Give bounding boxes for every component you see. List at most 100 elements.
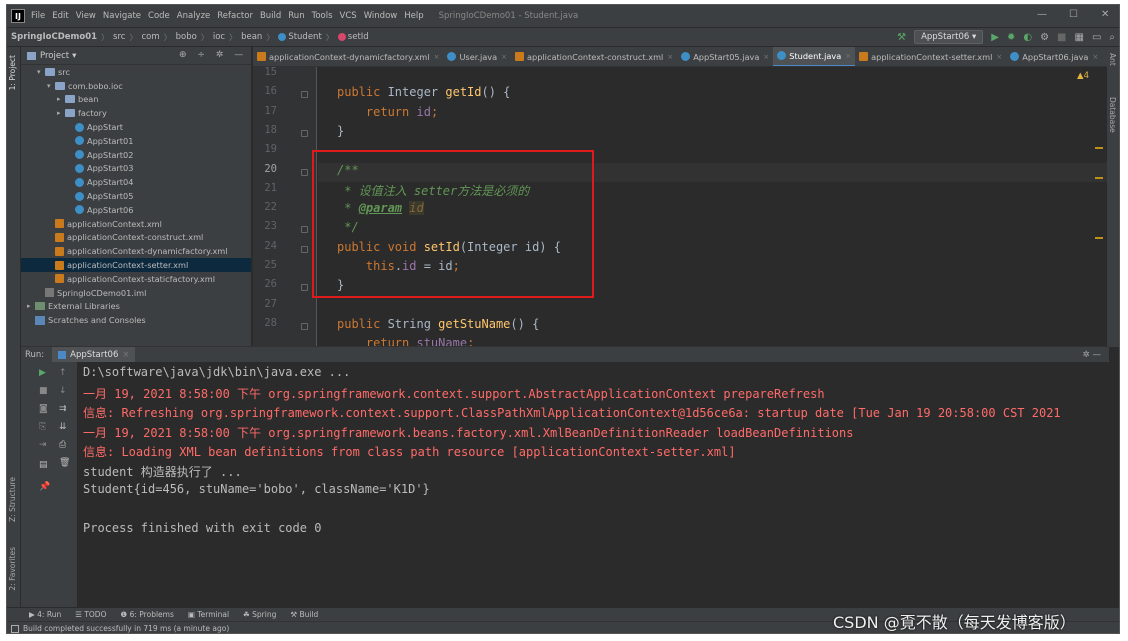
menu-vcs[interactable]: VCS [340, 11, 357, 21]
layout-toggle-icon[interactable] [11, 624, 19, 633]
layout-icon[interactable]: ▤ [39, 460, 48, 470]
tree-item[interactable]: applicationContext-dynamicfactory.xml [21, 244, 251, 258]
tree-item[interactable]: ▾ src [21, 65, 251, 79]
fold-marker-icon[interactable] [301, 129, 308, 137]
close-tab-icon[interactable]: × [434, 53, 440, 61]
fold-marker-icon[interactable] [301, 322, 308, 330]
run-config-select[interactable]: AppStart06 ▾ [914, 30, 984, 44]
breadcrumb-bobo[interactable]: bobo [176, 32, 197, 42]
breadcrumb-project[interactable]: SpringIoCDemo01 [11, 32, 97, 42]
run-icon[interactable]: ▶ [991, 32, 999, 43]
ant-tool-button[interactable]: Ant [1108, 53, 1117, 66]
delete-icon[interactable]: 🗑 [59, 458, 70, 468]
rerun-icon[interactable]: ▶ [39, 368, 46, 378]
project-panel-actions[interactable]: ⊕ ÷ ✲ — [179, 50, 247, 60]
fold-marker-icon[interactable] [301, 91, 308, 99]
exit-icon[interactable]: ⇥ [39, 440, 47, 450]
favorites-tool-button[interactable]: 2: Favorites [8, 547, 17, 591]
breadcrumb-src[interactable]: src [113, 32, 125, 42]
expand-arrow-icon[interactable]: ▾ [47, 82, 55, 90]
debug-icon[interactable]: ✹ [1007, 32, 1015, 43]
restore-icon[interactable]: ⎘ [39, 422, 46, 432]
coverage-icon[interactable]: ◐ [1023, 32, 1032, 43]
editor-tab[interactable]: applicationContext-setter.xml × [855, 47, 1006, 66]
menu-run[interactable]: Run [288, 11, 304, 21]
project-tool-button[interactable]: 1: Project [8, 55, 17, 90]
error-stripe-mark[interactable] [1095, 147, 1103, 149]
tree-item[interactable]: AppStart05 [21, 189, 251, 203]
tree-item[interactable]: AppStart04 [21, 175, 251, 189]
fold-marker-icon[interactable] [301, 226, 308, 234]
maximize-button[interactable]: ☐ [1069, 9, 1078, 20]
soft-wrap-icon[interactable]: ⇉ [59, 404, 67, 414]
console-output[interactable]: D:\software\java\jdk\bin\java.exe ... 一月 … [77, 362, 1119, 607]
tree-item[interactable]: ▸ factory [21, 106, 251, 120]
error-stripe-mark[interactable] [1095, 237, 1103, 239]
menu-view[interactable]: View [76, 11, 96, 21]
bottom-tool-button[interactable]: ❶ 6: Problems [121, 610, 174, 619]
breadcrumb-com[interactable]: com [141, 32, 159, 42]
down-icon[interactable]: ↓ [59, 386, 67, 396]
tree-item[interactable]: applicationContext-staticfactory.xml [21, 272, 251, 286]
close-tab-icon[interactable]: × [996, 53, 1002, 61]
error-stripe-mark[interactable] [1095, 177, 1103, 179]
code-editor[interactable]: 15 16 17 18 19 20 21 22 23 24 25 26 27 28 ▲4 public I… [253, 67, 1107, 346]
minimize-button[interactable]: — [1037, 9, 1047, 20]
bottom-tool-button[interactable]: ▣ Terminal [188, 610, 229, 619]
bottom-tool-button[interactable]: ▶ 4: Run [29, 610, 61, 619]
pin-icon[interactable]: 📌 [39, 482, 50, 492]
project-structure-icon[interactable]: ▦ [1074, 32, 1083, 43]
menu-help[interactable]: Help [404, 11, 423, 21]
editor-tab[interactable]: applicationContext-construct.xml × [511, 47, 677, 66]
close-button[interactable]: ✕ [1101, 9, 1109, 20]
breadcrumb-ioc[interactable]: ioc [213, 32, 225, 42]
menu-tools[interactable]: Tools [312, 11, 333, 21]
menu-code[interactable]: Code [148, 11, 170, 21]
tree-item[interactable]: ▾ com.bobo.ioc [21, 79, 251, 93]
up-icon[interactable]: ↑ [59, 368, 67, 378]
layout-icon[interactable]: ▭ [1092, 32, 1101, 43]
gear-icon[interactable]: ✲ — [1083, 350, 1101, 360]
project-view-select[interactable]: Project [40, 51, 69, 61]
run-tab-appstart06[interactable]: AppStart06 × [52, 346, 136, 363]
tree-item[interactable]: ▸ bean [21, 93, 251, 107]
breadcrumb-bean[interactable]: bean [241, 32, 262, 42]
bottom-tool-button[interactable]: ☘ Spring [243, 610, 276, 619]
tree-item[interactable]: AppStart01 [21, 134, 251, 148]
close-tab-icon[interactable]: × [501, 53, 507, 61]
menu-edit[interactable]: Edit [52, 11, 68, 21]
menu-refactor[interactable]: Refactor [217, 11, 253, 21]
expand-arrow-icon[interactable]: ▸ [27, 302, 35, 310]
bottom-tool-button[interactable]: ⚒ Build [290, 610, 318, 619]
scroll-end-icon[interactable]: ⇊ [59, 422, 67, 432]
editor-tab[interactable]: Student.java × [773, 47, 856, 66]
tree-item[interactable]: Scratches and Consoles [21, 313, 251, 327]
editor-tab[interactable]: AppStart06.java × [1006, 47, 1102, 66]
tree-item[interactable]: SpringIoCDemo01.iml [21, 286, 251, 300]
warnings-indicator[interactable]: ▲4 [1077, 71, 1089, 81]
tree-item[interactable]: AppStart06 [21, 203, 251, 217]
hammer-icon[interactable]: ⚒ [897, 32, 906, 43]
stop-icon[interactable]: ■ [39, 386, 48, 396]
close-tab-icon[interactable]: × [763, 53, 769, 61]
tree-item[interactable]: applicationContext-construct.xml [21, 231, 251, 245]
stop-icon[interactable]: ■ [1057, 32, 1066, 43]
database-tool-button[interactable]: Database [1108, 97, 1117, 133]
menu-build[interactable]: Build [260, 11, 281, 21]
close-tab-icon[interactable]: × [1092, 53, 1098, 61]
camera-icon[interactable]: ◙ [39, 404, 48, 414]
tree-item[interactable]: AppStart03 [21, 162, 251, 176]
fold-marker-icon[interactable] [301, 284, 308, 292]
expand-arrow-icon[interactable]: ▸ [57, 109, 65, 117]
breadcrumb-student[interactable]: Student [288, 32, 321, 42]
tree-item[interactable]: AppStart02 [21, 148, 251, 162]
editor-tab[interactable]: applicationContext-dynamicfactory.xml × [253, 47, 443, 66]
menu-file[interactable]: File [31, 11, 45, 21]
editor-tab[interactable]: AppStart05.java × [677, 47, 773, 66]
menu-analyze[interactable]: Analyze [177, 11, 211, 21]
print-icon[interactable]: ⎙ [59, 440, 66, 450]
bottom-tool-button[interactable]: ☰ TODO [75, 610, 106, 619]
expand-arrow-icon[interactable]: ▸ [57, 95, 65, 103]
tree-item[interactable]: applicationContext-setter.xml [21, 258, 251, 272]
search-icon[interactable]: ⌕ [1109, 32, 1115, 43]
